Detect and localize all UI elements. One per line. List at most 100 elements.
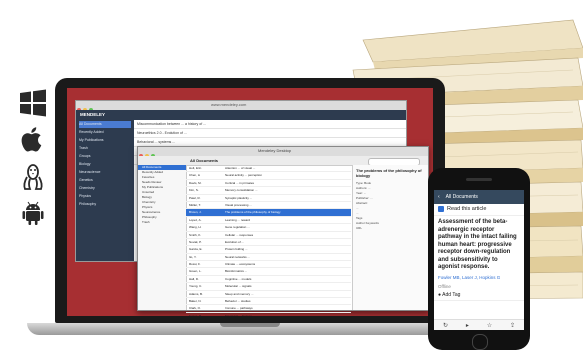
table-row[interactable]: Müller, T. Visual processing ... xyxy=(186,202,351,210)
row-author: Baker, N. xyxy=(189,299,202,304)
row-title: Neural networks ... xyxy=(225,254,251,259)
address-bar[interactable]: www.mendeley.com xyxy=(211,102,246,107)
row-author: Davis, M. xyxy=(189,180,202,185)
row-title: Climate ... ecosystems xyxy=(225,262,256,267)
read-article-button[interactable]: Read this article xyxy=(434,204,524,216)
row-author: Green, L. xyxy=(189,269,202,274)
row-author: Patel, R. xyxy=(189,195,201,200)
row-author: Lopez, A. xyxy=(189,217,202,222)
row-author: Chen, Li xyxy=(189,173,201,178)
table-row[interactable]: Patel, R. Synaptic plasticity ... xyxy=(186,195,351,202)
web-sidebar-item[interactable]: All Documents xyxy=(79,121,131,128)
row-title: Structural ... biology xyxy=(225,313,252,316)
offline-section-label: Offline xyxy=(438,283,451,289)
table-row[interactable]: Clark, O. Immune ... pathways xyxy=(186,305,351,313)
laptop-notch xyxy=(220,323,280,327)
table-row[interactable]: Green, L. Bioinformatics ... xyxy=(186,268,351,276)
web-doc-row[interactable]: Neuroethics 2.0 - Evolution of ... xyxy=(134,129,406,138)
row-author: Adams, B. xyxy=(189,291,203,296)
table-row[interactable]: Davis, M. Cortical ... in primates xyxy=(186,180,351,188)
web-sidebar-item[interactable]: My Publications xyxy=(79,137,131,144)
back-icon[interactable]: ‹ xyxy=(438,194,440,200)
table-row[interactable]: Ito, Y. Neural networks ... xyxy=(186,254,351,262)
web-sidebar-item[interactable]: Recently Added xyxy=(79,129,131,136)
web-sidebar-item[interactable]: Philosophy xyxy=(79,201,131,208)
share-icon[interactable]: ⇪ xyxy=(510,322,515,329)
table-row[interactable]: Smith, K. Cellular ... responses xyxy=(186,232,351,239)
home-button[interactable] xyxy=(472,334,488,350)
document-icon xyxy=(438,205,444,212)
laptop-bezel: www.mendeley.com MENDELEY All Documents R… xyxy=(55,78,445,323)
play-icon[interactable]: ▸ xyxy=(466,322,469,329)
laptop: www.mendeley.com MENDELEY All Documents R… xyxy=(27,78,473,338)
back-button[interactable]: All Documents xyxy=(446,194,478,200)
web-sidebar-item[interactable]: Physics xyxy=(79,193,131,200)
row-title: Learning ... reward xyxy=(225,217,251,222)
document-table: Holt, Erin Attention ... of visual ... Che… xyxy=(186,165,351,316)
row-author: Rossi, F. xyxy=(189,262,201,267)
apple-icon xyxy=(18,124,48,154)
row-author: Wang, H. xyxy=(189,225,202,230)
star-icon[interactable]: ☆ xyxy=(487,322,492,329)
row-title: Sleep and memory ... xyxy=(225,291,254,296)
phone-tab-bar: ↻ ▸ ☆ ⇪ xyxy=(434,319,524,330)
web-sidebar-item[interactable]: Neuroscience xyxy=(79,169,131,176)
row-title: The problems of the philosophy of biolog… xyxy=(225,210,281,215)
add-tag-button[interactable]: ● Add Tag xyxy=(434,290,524,301)
row-title: Evolution of ... xyxy=(225,239,245,244)
row-title: Immune ... pathways xyxy=(225,306,253,311)
row-author: Novak, P. xyxy=(189,239,202,244)
table-row[interactable]: Hall, D. Cognitive ... models xyxy=(186,276,351,284)
table-row[interactable]: Rossi, F. Climate ... ecosystems xyxy=(186,261,351,269)
row-title: Visual processing ... xyxy=(225,202,252,207)
web-sidebar-item[interactable]: Genetics xyxy=(79,177,131,184)
phone-screen: ‹ All Documents Read this article Assessm… xyxy=(434,190,524,330)
refresh-icon[interactable]: ↻ xyxy=(443,322,448,329)
table-row[interactable]: Garcia, E. Protein folding ... xyxy=(186,246,351,254)
windows-icon xyxy=(18,88,48,118)
phone-speaker xyxy=(466,178,492,181)
brand-logo: MENDELEY xyxy=(80,112,106,117)
table-row[interactable]: Lopez, A. Learning ... reward xyxy=(186,217,351,225)
row-author: Kim, S. xyxy=(189,188,199,193)
web-sidebar-item[interactable]: Trash xyxy=(79,145,131,152)
row-author: Holt, Erin xyxy=(189,166,202,170)
table-row[interactable]: Evans, R. Structural ... biology xyxy=(186,313,351,316)
table-row[interactable]: Wang, H. Gene regulation ... xyxy=(186,224,351,232)
app-title: Mendeley Desktop xyxy=(258,148,292,153)
desktop-app-window: Mendeley Desktop All Documents All Docum… xyxy=(137,146,429,316)
row-author: Young, C. xyxy=(189,284,203,289)
web-sidebar-item[interactable]: Biology xyxy=(79,161,131,168)
smartphone: ‹ All Documents Read this article Assessm… xyxy=(428,168,530,350)
row-title: Cellular ... responses xyxy=(225,232,254,237)
web-sidebar: All Documents Recently Added My Publicatio… xyxy=(76,120,134,261)
table-row[interactable]: Kim, S. Memory consolidation ... xyxy=(186,187,351,195)
row-author: Brown, J. xyxy=(189,210,202,215)
table-row[interactable]: Chen, Li Neural activity ... perception xyxy=(186,172,351,180)
read-article-label: Read this article xyxy=(447,206,487,212)
detail-title: The problems of the philosophy of biolog… xyxy=(356,168,422,178)
row-title: Cortical ... in primates xyxy=(225,180,255,185)
row-author: Evans, R. xyxy=(189,313,203,316)
tree-item[interactable]: Trash xyxy=(138,220,186,225)
android-icon xyxy=(18,198,48,228)
article-title: Assessment of the beta-adrenergic recept… xyxy=(438,219,517,270)
web-header: MENDELEY xyxy=(76,110,406,120)
row-title: Attention ... of visual ... xyxy=(225,166,256,170)
add-tag-label: Add Tag xyxy=(442,291,461,298)
web-doc-row[interactable]: Miscommunication between ... a history o… xyxy=(134,120,406,129)
table-row[interactable]: Brown, J. The problems of the philosophy … xyxy=(186,209,351,217)
web-sidebar-item[interactable]: Chemistry xyxy=(79,185,131,192)
row-title: Protein folding ... xyxy=(225,247,248,252)
table-row[interactable]: Adams, B. Sleep and memory ... xyxy=(186,291,351,299)
list-header: All Documents xyxy=(190,158,219,163)
table-row[interactable]: Young, C. Molecular ... signals xyxy=(186,283,351,291)
linux-icon xyxy=(18,162,48,192)
row-author: Smith, K. xyxy=(189,232,202,237)
table-row[interactable]: Holt, Erin Attention ... of visual ... xyxy=(186,165,351,173)
table-row[interactable]: Novak, P. Evolution of ... xyxy=(186,239,351,247)
web-sidebar-item[interactable]: Groups xyxy=(79,153,131,160)
row-title: Synaptic plasticity ... xyxy=(225,195,253,200)
row-title: Molecular ... signals xyxy=(225,284,252,289)
table-row[interactable]: Baker, N. Behavior ... studies xyxy=(186,298,351,306)
